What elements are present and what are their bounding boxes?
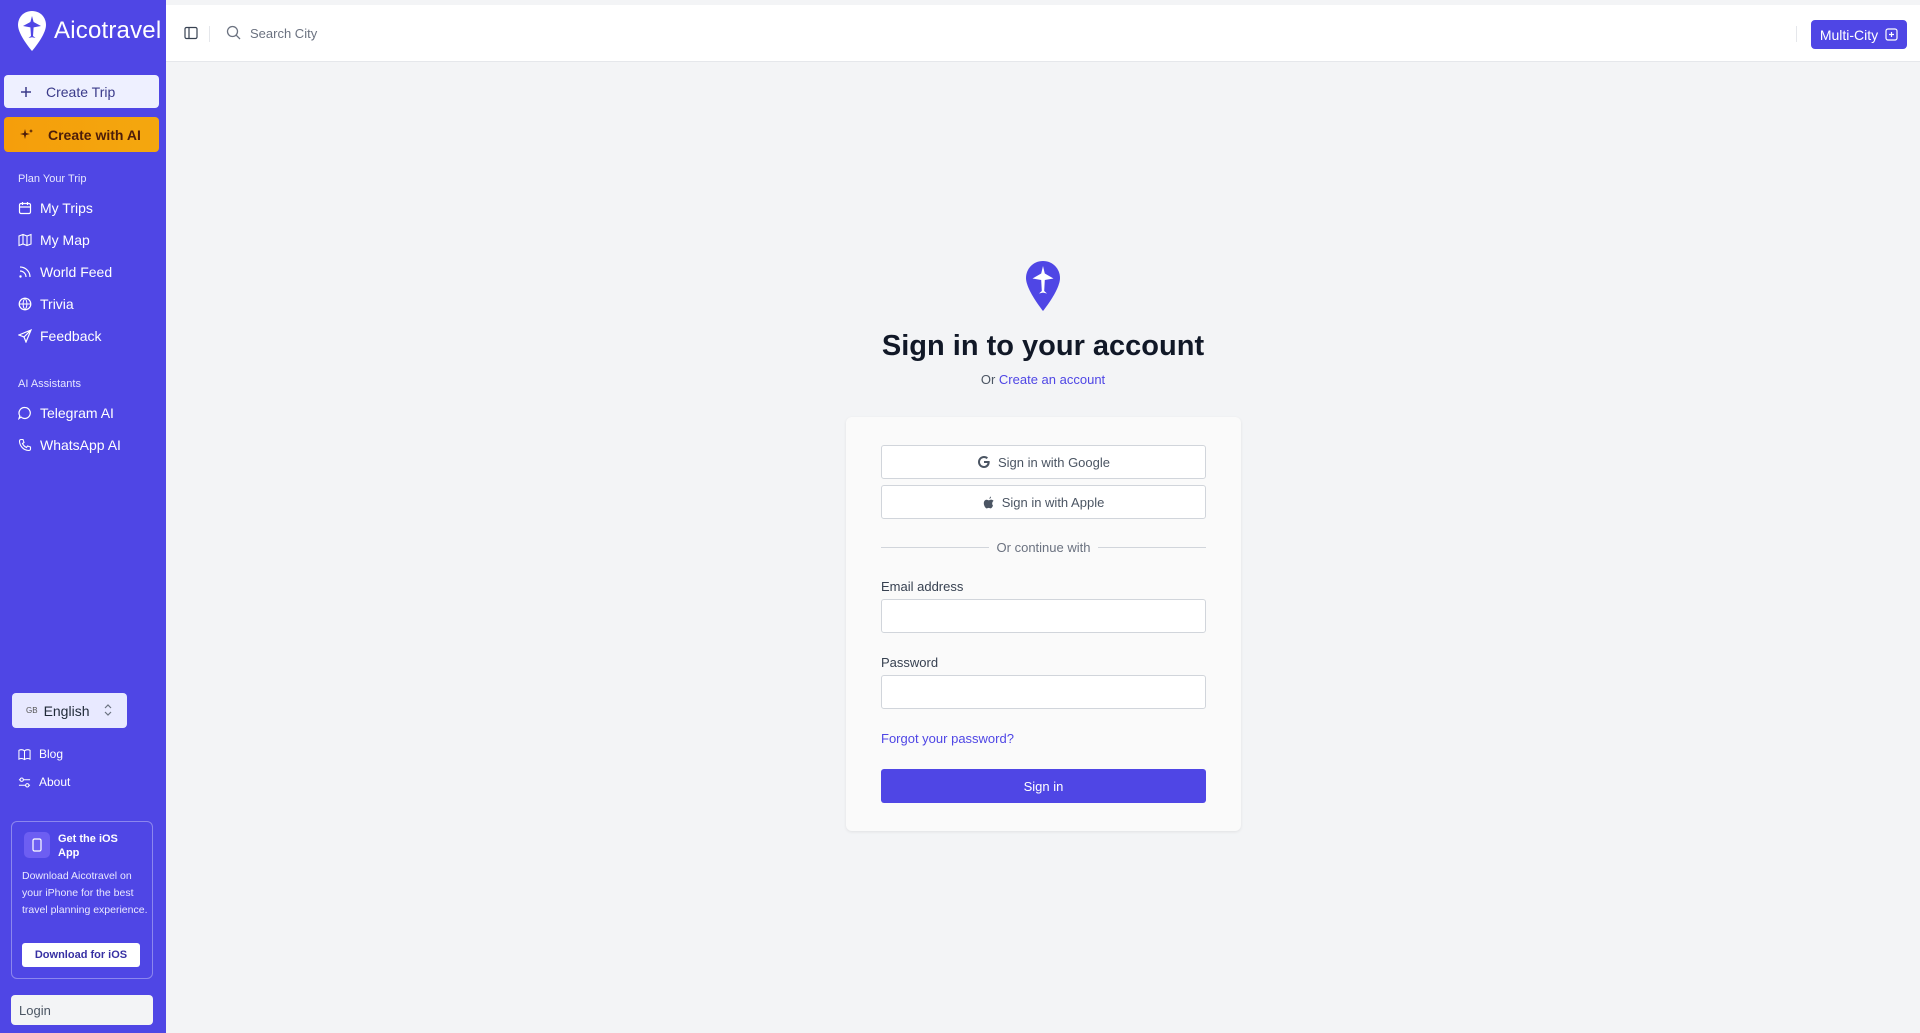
- google-button-label: Sign in with Google: [997, 454, 1110, 470]
- rss-icon: [19, 266, 31, 278]
- sidebar-item-label: Blog: [39, 747, 64, 761]
- sidebar-item-world-feed[interactable]: World Feed: [18, 264, 112, 280]
- divider-line: [1098, 547, 1206, 548]
- ai-section-label: AI Assistants: [18, 378, 81, 390]
- plus-square-icon: [1885, 28, 1898, 41]
- create-with-ai-label: Create with AI: [48, 126, 141, 143]
- email-field[interactable]: [881, 599, 1206, 633]
- create-account-link[interactable]: Create an account: [999, 372, 1105, 387]
- multi-city-label: Multi-City: [1819, 26, 1879, 43]
- plane-pin-icon: [18, 11, 46, 51]
- password-field[interactable]: [881, 675, 1206, 709]
- language-label: English: [43, 702, 90, 719]
- search-icon: [226, 25, 241, 40]
- send-icon: [18, 329, 32, 343]
- sidebar-item-label: My Trips: [40, 200, 93, 216]
- multi-city-button[interactable]: Multi-City: [1811, 20, 1907, 49]
- ios-card-description: Download Aicotravel on your iPhone for t…: [22, 870, 148, 916]
- smartphone-icon: [24, 832, 50, 858]
- plus-icon: [21, 86, 31, 97]
- ios-app-card: Get the iOS App Download Aicotravel on y…: [11, 821, 153, 979]
- or-prefix: Or: [980, 372, 996, 387]
- sign-in-card: Sign in with Google Sign in with Apple O…: [846, 417, 1241, 831]
- sidebar-item-label: Feedback: [40, 328, 102, 344]
- sidebar-item-my-map[interactable]: My Map: [18, 232, 90, 248]
- sidebar-item-label: Trivia: [40, 296, 74, 312]
- brand-name: Aicotravel: [54, 17, 162, 44]
- sidebar: Aicotravel Create Trip Create with AI Pl…: [0, 0, 166, 1033]
- sparkles-icon: [20, 128, 33, 139]
- divider: [209, 26, 210, 42]
- create-account-prompt: Or Create an account: [843, 372, 1243, 387]
- globe-icon: [18, 297, 32, 311]
- sidebar-item-blog[interactable]: Blog: [18, 747, 63, 761]
- apple-button-label: Sign in with Apple: [1001, 494, 1105, 510]
- sidebar-item-label: WhatsApp AI: [40, 437, 121, 453]
- sidebar-item-label: About: [39, 775, 71, 789]
- create-trip-button[interactable]: Create Trip: [4, 75, 159, 108]
- sidebar-item-label: Telegram AI: [40, 405, 114, 421]
- language-select[interactable]: GB English: [12, 693, 127, 728]
- message-circle-icon: [18, 406, 31, 420]
- create-trip-label: Create Trip: [46, 83, 116, 100]
- google-sign-in-button[interactable]: Sign in with Google: [881, 445, 1206, 479]
- google-icon: [977, 456, 990, 468]
- brand-logo[interactable]: Aicotravel: [16, 10, 161, 52]
- plan-section-label: Plan Your Trip: [18, 173, 87, 185]
- sidebar-item-feedback[interactable]: Feedback: [18, 328, 101, 344]
- login-button[interactable]: Login: [11, 995, 153, 1025]
- plane-pin-icon: [1026, 261, 1060, 311]
- sidebar-item-label: World Feed: [40, 264, 113, 280]
- flag-icon: GB: [26, 706, 38, 715]
- sign-in-button[interactable]: Sign in: [881, 769, 1206, 803]
- password-label: Password: [881, 655, 939, 670]
- search-city-input[interactable]: [250, 21, 550, 45]
- map-icon: [18, 233, 32, 247]
- or-continue-divider: Or continue with: [881, 540, 1206, 555]
- page-title: Sign in to your account: [881, 330, 1205, 362]
- download-ios-button[interactable]: Download for iOS: [22, 943, 140, 967]
- top-bar: Multi-City: [166, 5, 1920, 62]
- apple-sign-in-button[interactable]: Sign in with Apple: [881, 485, 1206, 519]
- create-with-ai-button[interactable]: Create with AI: [4, 117, 159, 152]
- sliders-icon: [18, 777, 31, 787]
- divider-line: [881, 547, 989, 548]
- sidebar-item-label: My Map: [40, 232, 90, 248]
- forgot-password-link[interactable]: Forgot your password?: [881, 731, 1014, 746]
- or-continue-label: Or continue with: [996, 540, 1091, 555]
- apple-icon: [983, 496, 994, 508]
- sidebar-item-whatsapp-ai[interactable]: WhatsApp AI: [18, 437, 121, 453]
- phone-icon: [18, 438, 32, 452]
- sidebar-item-about[interactable]: About: [18, 775, 70, 789]
- chevron-up-down-icon: [104, 704, 112, 716]
- sidebar-item-telegram-ai[interactable]: Telegram AI: [18, 405, 114, 421]
- calendar-icon: [18, 202, 32, 215]
- panel-left-icon[interactable]: [184, 26, 198, 40]
- sidebar-item-my-trips[interactable]: My Trips: [18, 200, 93, 216]
- divider: [1796, 26, 1797, 42]
- book-icon: [18, 748, 31, 760]
- sidebar-item-trivia[interactable]: Trivia: [18, 296, 74, 312]
- ios-card-title: Get the iOS App: [58, 833, 118, 859]
- email-label: Email address: [881, 579, 964, 594]
